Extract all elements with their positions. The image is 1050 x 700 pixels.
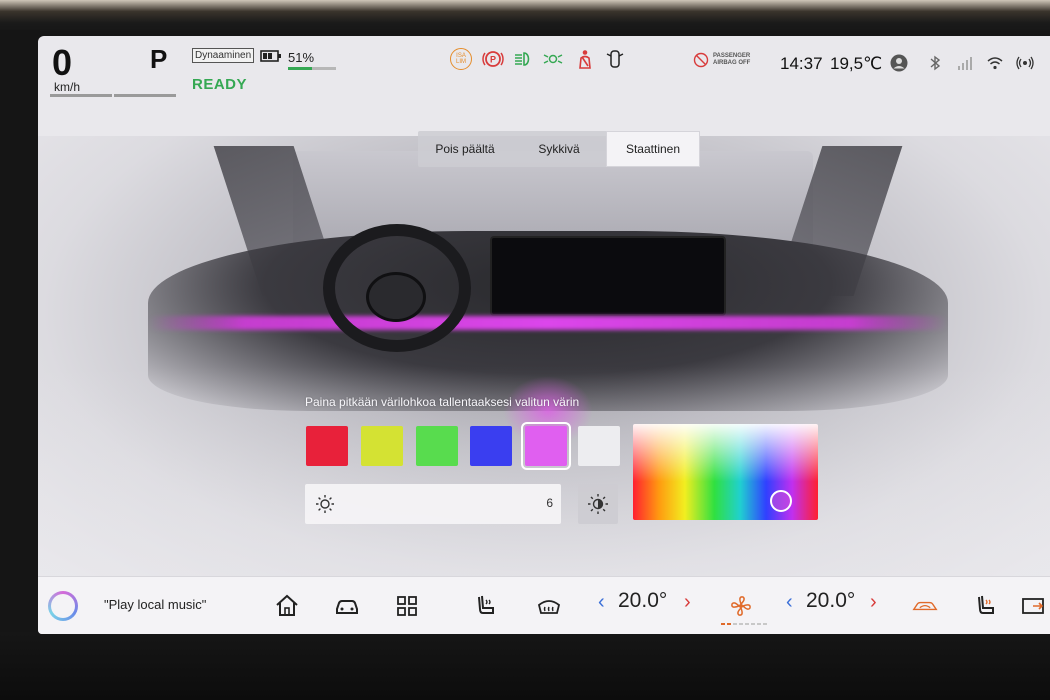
screen-bezel-bottom bbox=[0, 632, 1050, 700]
color-swatch-purple[interactable] bbox=[521, 422, 571, 470]
connected-services-icon bbox=[1016, 56, 1034, 70]
more-controls-icon[interactable] bbox=[1020, 593, 1046, 619]
speed-underline bbox=[114, 94, 176, 97]
battery-level-fill bbox=[288, 67, 313, 70]
steering-wheel-hub bbox=[366, 272, 426, 322]
drive-mode-badge[interactable]: Dynaaminen bbox=[192, 48, 255, 63]
windshield-defrost-icon[interactable] bbox=[536, 593, 562, 619]
wifi-icon bbox=[987, 57, 1003, 70]
speed-unit: km/h bbox=[54, 80, 81, 94]
ambient-mode-tabs: Pois päältä Sykkivä Staattinen bbox=[418, 131, 700, 167]
color-swatch-blue[interactable] bbox=[470, 426, 512, 466]
battery-percent: 51% bbox=[288, 50, 315, 65]
fan-icon[interactable] bbox=[728, 593, 754, 619]
screen-bezel-left bbox=[0, 30, 40, 650]
voice-assistant-button[interactable] bbox=[48, 591, 78, 621]
spectrum-selector-handle[interactable] bbox=[770, 490, 792, 512]
status-bar: 0 km/h P Dynaaminen READY 51% ISA LIM P bbox=[38, 36, 1050, 100]
color-swatch-red[interactable] bbox=[306, 426, 348, 466]
cellular-signal-icon bbox=[958, 57, 972, 70]
seatbelt-warning-icon bbox=[579, 50, 591, 69]
infotainment-screen: 0 km/h P Dynaaminen READY 51% ISA LIM P bbox=[38, 36, 1050, 634]
ambient-light-strip bbox=[148, 316, 948, 330]
passenger-temp-decrease[interactable]: ‹ bbox=[786, 591, 793, 614]
door-open-icon bbox=[606, 50, 624, 68]
brightness-value: 6 bbox=[546, 496, 553, 510]
svg-text:P: P bbox=[490, 55, 496, 65]
airbag-label-line2: AIRBAG OFF bbox=[713, 60, 751, 66]
color-swatch-white[interactable] bbox=[578, 426, 620, 466]
driver-seat-heat-icon[interactable] bbox=[474, 593, 500, 619]
speed-value: 0 bbox=[52, 42, 73, 83]
brightness-sun-icon bbox=[316, 495, 334, 513]
color-swatch-yellow[interactable] bbox=[361, 426, 403, 466]
passenger-temp-increase[interactable]: › bbox=[870, 591, 877, 614]
bluetooth-icon bbox=[930, 55, 941, 71]
tab-off[interactable]: Pois päältä bbox=[418, 131, 512, 167]
passenger-temperature: 20.0° bbox=[806, 589, 856, 612]
vehicle-icon[interactable] bbox=[334, 593, 360, 619]
brightness-slider[interactable]: 6 bbox=[305, 484, 561, 524]
clock: 14:37 bbox=[780, 54, 823, 73]
position-lights-icon bbox=[543, 54, 563, 64]
home-icon[interactable] bbox=[274, 593, 300, 619]
auto-brightness-icon bbox=[588, 494, 608, 514]
bottom-dock: "Play local music" ‹ 20.0° › ‹ 20.0° › bbox=[38, 576, 1050, 634]
low-beam-icon bbox=[515, 52, 530, 66]
passenger-seat-heat-icon[interactable] bbox=[974, 593, 1000, 619]
ready-indicator: READY bbox=[192, 76, 248, 93]
center-display-graphic bbox=[490, 236, 726, 316]
fan-level-indicator bbox=[721, 623, 767, 625]
apps-grid-icon[interactable] bbox=[394, 593, 420, 619]
recirculation-icon[interactable] bbox=[912, 593, 938, 619]
driver-temp-decrease[interactable]: ‹ bbox=[598, 591, 605, 614]
color-save-hint: Paina pitkään värilohkoa tallentaaksesi … bbox=[305, 395, 580, 409]
isa-limit-icon: ISA LIM bbox=[450, 48, 472, 70]
battery-icon bbox=[260, 50, 281, 62]
outside-temperature: 19,5℃ bbox=[830, 54, 883, 73]
profile-icon[interactable] bbox=[890, 54, 908, 72]
airbag-off-icon bbox=[693, 52, 709, 68]
driver-temp-increase[interactable]: › bbox=[684, 591, 691, 614]
passenger-airbag-status: PASSENGER AIRBAG OFF bbox=[693, 52, 750, 68]
tab-static[interactable]: Staattinen bbox=[606, 131, 700, 167]
gear-indicator: P bbox=[150, 44, 168, 74]
battery-level-bar bbox=[288, 67, 336, 70]
tab-pulsing[interactable]: Sykkivä bbox=[512, 131, 606, 167]
parking-brake-icon: P bbox=[482, 51, 504, 67]
screen-bezel-top bbox=[0, 0, 1050, 38]
isa-label-bottom: LIM bbox=[455, 59, 466, 65]
driver-temperature: 20.0° bbox=[618, 589, 668, 612]
color-swatch-green[interactable] bbox=[416, 426, 458, 466]
speed-underline bbox=[50, 94, 112, 97]
auto-brightness-button[interactable] bbox=[578, 484, 618, 524]
voice-prompt-suggestion[interactable]: "Play local music" bbox=[104, 597, 206, 612]
airbag-label-line1: PASSENGER bbox=[713, 53, 751, 59]
